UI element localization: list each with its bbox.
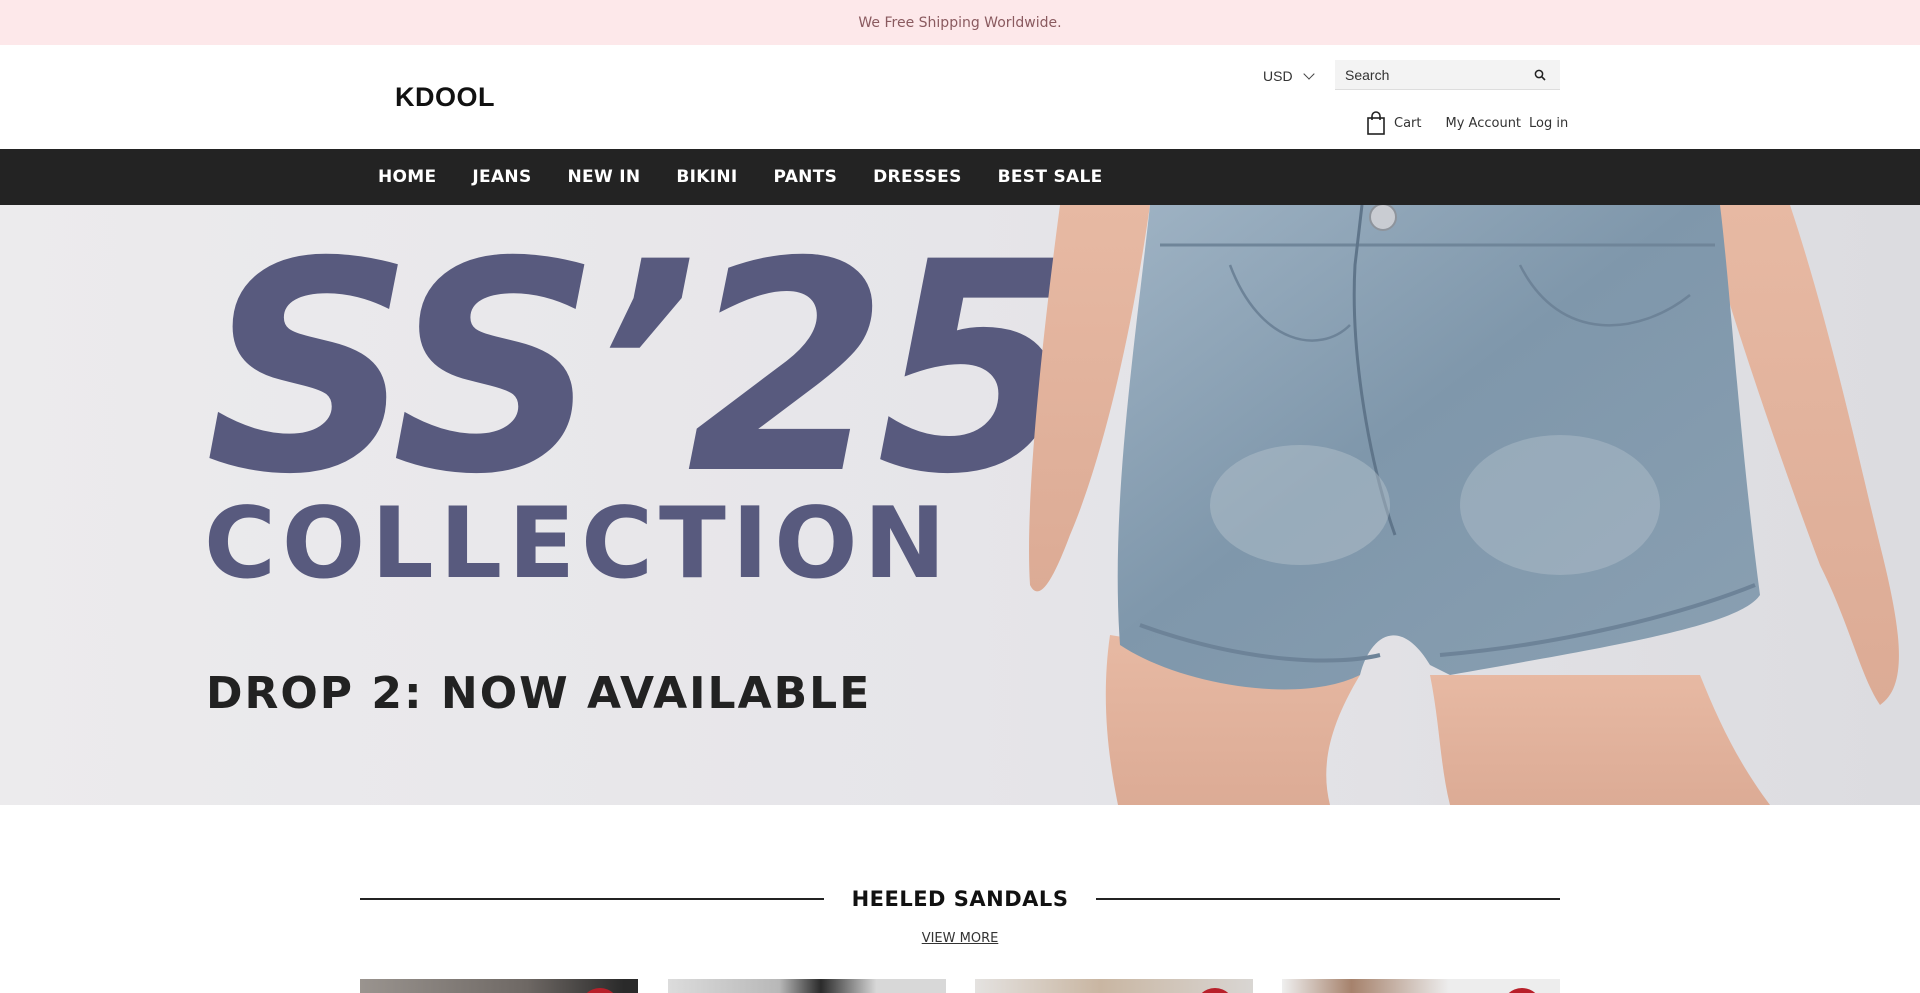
store-logo[interactable]: KDOOL (395, 82, 495, 113)
sale-badge (580, 988, 620, 993)
search-icon (1534, 69, 1546, 81)
hero-model-photo (1029, 205, 1899, 805)
announcement-bar: We Free Shipping Worldwide. (0, 0, 1920, 45)
shopping-bag-icon (1367, 111, 1385, 135)
hero-headline: SS’25 (205, 205, 1078, 538)
nav-item-bikini[interactable]: BIKINI (676, 167, 737, 187)
nav-item-new-in[interactable]: NEW IN (568, 167, 641, 187)
divider-right (1096, 898, 1561, 900)
header-links: Cart My Account Log in (1366, 108, 1568, 138)
product-card[interactable] (1282, 979, 1560, 993)
nav-item-dresses[interactable]: DRESSES (873, 167, 962, 187)
sale-badge (1195, 988, 1235, 993)
hero-banner[interactable]: SS’25 COLLECTION DROP 2: NOW AVAILABLE (0, 205, 1920, 805)
product-card[interactable] (360, 979, 638, 993)
search-button[interactable] (1525, 60, 1555, 90)
view-more-link[interactable]: VIEW MORE (922, 931, 999, 946)
nav-item-best-sale[interactable]: BEST SALE (998, 167, 1103, 187)
currency-value: USD (1263, 68, 1293, 84)
announcement-text: We Free Shipping Worldwide. (858, 14, 1062, 31)
section-heading: HEELED SANDALS (360, 880, 1561, 918)
search-box (1335, 60, 1560, 90)
product-card[interactable] (975, 979, 1253, 993)
nav-item-pants[interactable]: PANTS (774, 167, 838, 187)
login-link[interactable]: Log in (1529, 116, 1568, 131)
cart-label: Cart (1394, 115, 1422, 131)
my-account-link[interactable]: My Account (1446, 116, 1522, 131)
main-nav: HOME JEANS NEW IN BIKINI PANTS DRESSES B… (0, 149, 1920, 205)
divider-left (360, 898, 824, 900)
section-title: HEELED SANDALS (851, 887, 1069, 911)
site-header: KDOOL USD Cart My Account Log in (0, 45, 1920, 149)
product-grid (360, 979, 1560, 993)
view-more-wrap: VIEW MORE (0, 929, 1920, 947)
hero-tagline: DROP 2: NOW AVAILABLE (206, 668, 872, 719)
currency-selector[interactable]: USD (1263, 65, 1315, 87)
product-card[interactable] (668, 979, 946, 993)
hero-subheadline: COLLECTION (204, 487, 952, 601)
nav-item-home[interactable]: HOME (378, 167, 436, 187)
nav-item-jeans[interactable]: JEANS (472, 167, 531, 187)
search-input[interactable] (1335, 66, 1525, 83)
sale-badge (1502, 988, 1542, 993)
chevron-down-icon (1302, 68, 1315, 80)
cart-link[interactable]: Cart (1366, 111, 1422, 135)
